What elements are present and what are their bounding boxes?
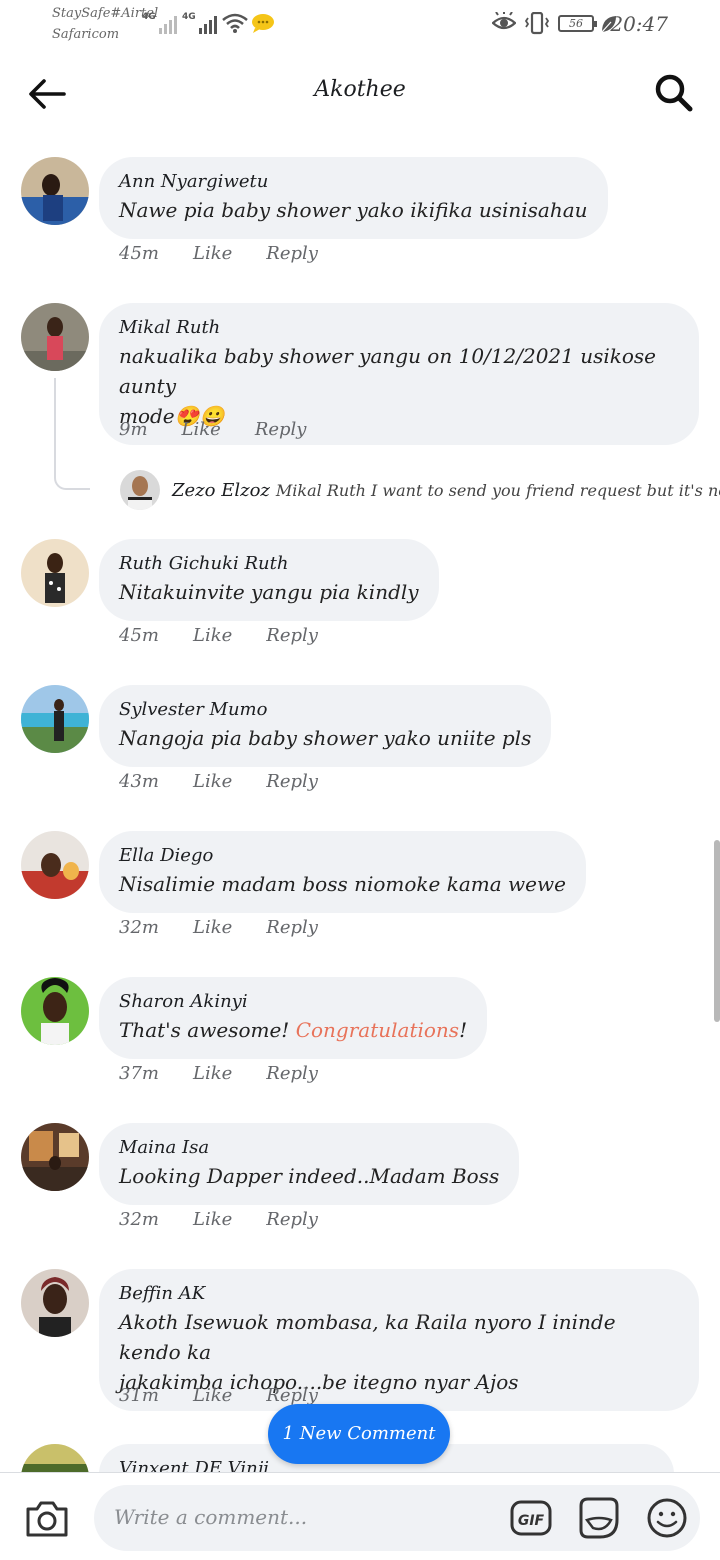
scrollbar[interactable] [714,840,720,1022]
comment-text: Nisalimie madam boss niomoke kama wewe [119,872,566,896]
comment-author[interactable]: Ann Nyargiwetu [119,169,588,195]
like-button[interactable]: Like [193,917,232,938]
thread-connector [54,378,90,490]
reply-button[interactable]: Reply [255,419,307,440]
comment-input-placeholder: Write a comment... [114,1505,308,1529]
reply-button[interactable]: Reply [266,1385,318,1406]
chat-notification-icon [252,14,274,33]
comment-author[interactable]: Maina Isa [119,1135,499,1161]
reply-author[interactable]: Zezo Elzoz [172,480,270,501]
avatar[interactable] [21,303,89,371]
like-button[interactable]: Like [193,771,232,792]
reply-button[interactable]: Reply [266,1209,318,1230]
comment-actions: 45m Like Reply [119,625,352,646]
comment-author[interactable]: Ruth Gichuki Ruth [119,551,419,577]
avatar[interactable] [21,685,89,753]
reply-button[interactable]: Reply [266,1063,318,1084]
comment-text: Nawe pia baby shower yako ikifika usinis… [119,198,588,222]
comment-author[interactable]: Sylvester Mumo [119,697,531,723]
comment-author[interactable]: Sharon Akinyi [119,989,467,1015]
comment-text: Akoth Isewuok mombasa, ka Raila nyoro I … [119,1310,616,1364]
reply-button[interactable]: Reply [266,625,318,646]
comment-input[interactable]: Write a comment... GIF [94,1485,700,1551]
signal-strength-icon-1: 4G [142,12,177,34]
comment-composer: Write a comment... GIF [0,1472,720,1560]
comment-bubble[interactable]: Ann Nyargiwetu Nawe pia baby shower yako… [99,157,608,239]
like-button[interactable]: Like [193,1063,232,1084]
comment-actions: 45m Like Reply [119,243,352,264]
comment-actions: 9m Like Reply [119,419,340,440]
reply-avatar[interactable] [120,470,160,510]
comment-text: That's awesome! Congratulations! [119,1015,467,1045]
eye-comfort-icon [492,12,516,30]
battery-icon: 56 [558,15,597,32]
comment-bubble[interactable]: Sylvester Mumo Nangoja pia baby shower y… [99,685,552,767]
comment-time: 32m [119,1209,159,1230]
comment-bubble[interactable]: Ella Diego Nisalimie madam boss niomoke … [99,831,586,913]
comment-actions: 31m Like Reply [119,1385,352,1406]
comment-time: 45m [119,243,159,264]
emoji-icon[interactable] [646,1497,688,1539]
search-icon[interactable] [654,73,694,113]
like-button[interactable]: Like [193,1385,232,1406]
comment-actions: 43m Like Reply [119,771,352,792]
comment-time: 32m [119,917,159,938]
comment-text: Looking Dapper indeed..Madam Boss [119,1164,500,1188]
network-type-1: 4G [142,12,156,22]
like-button[interactable]: Like [193,243,232,264]
like-button[interactable]: Like [193,1209,232,1230]
avatar[interactable] [21,831,89,899]
page-title: Akothee [314,77,406,102]
comment-time: 31m [119,1385,159,1406]
avatar[interactable] [21,539,89,607]
vibrate-icon [524,12,550,35]
reply-button[interactable]: Reply [266,243,318,264]
gif-icon[interactable]: GIF [510,1498,552,1538]
comment-time: 9m [119,419,148,440]
comment-time: 37m [119,1063,159,1084]
comment-bubble[interactable]: Maina Isa Looking Dapper indeed..Madam B… [99,1123,520,1205]
sticker-icon[interactable] [578,1496,620,1540]
new-comment-button[interactable]: 1 New Comment [268,1404,450,1464]
comment-author[interactable]: Mikal Ruth [119,315,679,341]
avatar[interactable] [21,157,89,225]
comment-text: Nangoja pia baby shower yako uniite pls [119,726,532,750]
gif-label: GIF [518,1513,545,1529]
comment-actions: 32m Like Reply [119,1209,352,1230]
signal-strength-icon-2: 4G [182,12,217,34]
comment-actions: 32m Like Reply [119,917,352,938]
avatar[interactable] [21,1123,89,1191]
comment-author[interactable]: Beffin AK [119,1281,679,1307]
carrier-name-2: Safaricom [52,27,120,42]
like-button[interactable]: Like [182,419,221,440]
reply-snippet: Mikal Ruth I want to send you friend req… [275,481,720,500]
reply-button[interactable]: Reply [266,917,318,938]
gif-icon-frame: GIF [510,1500,552,1536]
network-type-2: 4G [182,12,196,22]
comment-actions: 37m Like Reply [119,1063,352,1084]
wifi-icon [222,13,248,33]
avatar[interactable] [21,977,89,1045]
top-bar: Akothee [0,55,720,131]
clock: 20:47 [610,12,668,36]
status-bar: StaySafe#Airtel Safaricom 4G 4G 56 20:47 [0,0,720,50]
battery-level: 56 [569,17,583,30]
reply-preview-text: Zezo Elzoz Mikal Ruth I want to send you … [172,480,720,501]
comment-text-after: ! [459,1018,468,1042]
comment-author[interactable]: Ella Diego [119,843,566,869]
comment-time: 45m [119,625,159,646]
comment-text: nakualika baby shower yangu on 10/12/202… [119,344,657,398]
comment-bubble[interactable]: Ruth Gichuki Ruth Nitakuinvite yangu pia… [99,539,439,621]
comment-time: 43m [119,771,159,792]
congratulations-highlight[interactable]: Congratulations [296,1018,459,1042]
comment-text-before: That's awesome! [119,1018,296,1042]
reply-button[interactable]: Reply [266,771,318,792]
like-button[interactable]: Like [193,625,232,646]
comment-text: Nitakuinvite yangu pia kindly [119,580,419,604]
comment-bubble[interactable]: Sharon Akinyi That's awesome! Congratula… [99,977,488,1059]
avatar[interactable] [21,1269,89,1337]
camera-icon[interactable] [24,1499,70,1539]
reply-preview[interactable]: Zezo Elzoz Mikal Ruth I want to send you … [120,470,720,512]
